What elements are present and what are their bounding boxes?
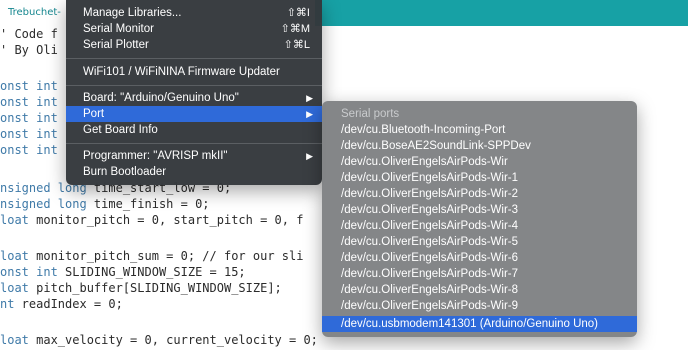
- code-line-6: onst int: [0, 127, 58, 141]
- menu-item-manage-libraries[interactable]: Manage Libraries... ⇧⌘I: [66, 5, 322, 21]
- port-item[interactable]: /dev/cu.OliverEngelsAirPods-Wir-4: [322, 218, 637, 234]
- port-item[interactable]: /dev/cu.BoseAE2SoundLink-SPPDev: [322, 138, 637, 154]
- port-item[interactable]: /dev/cu.OliverEngelsAirPods-Wir-5: [322, 234, 637, 250]
- port-item[interactable]: /dev/cu.OliverEngelsAirPods-Wir-9: [322, 298, 637, 314]
- menu-item-serial-plotter[interactable]: Serial Plotter ⇧⌘L: [66, 37, 322, 53]
- shortcut-manage-libraries: ⇧⌘I: [286, 7, 310, 19]
- code-line-1: ' By Oli: [0, 43, 58, 57]
- code-line-11: loat monitor_pitch = 0, start_pitch = 0,…: [0, 213, 304, 227]
- shortcut-serial-plotter: ⇧⌘L: [283, 39, 310, 51]
- editor-header-strip: [315, 0, 688, 26]
- code-line-3: onst int: [0, 79, 58, 93]
- code-line-16: nt readIndex = 0;: [0, 297, 123, 311]
- port-item[interactable]: /dev/cu.OliverEngelsAirPods-Wir-8: [322, 282, 637, 298]
- menu-item-get-board-info[interactable]: Get Board Info: [66, 122, 322, 138]
- port-item-selected[interactable]: /dev/cu.usbmodem141301 (Arduino/Genuino …: [322, 316, 637, 332]
- menu-item-firmware-updater[interactable]: WiFi101 / WiFiNINA Firmware Updater: [66, 64, 322, 80]
- code-line-14: onst int SLIDING_WINDOW_SIZE = 15;: [0, 265, 246, 279]
- code-line-15: loat pitch_buffer[SLIDING_WINDOW_SIZE];: [0, 281, 282, 295]
- port-item[interactable]: /dev/cu.OliverEngelsAirPods-Wir-2: [322, 186, 637, 202]
- shortcut-serial-monitor: ⇧⌘M: [280, 23, 310, 35]
- menu-item-programmer[interactable]: Programmer: "AVRISP mkII" ▶: [66, 148, 322, 164]
- code-line-13: loat monitor_pitch_sum = 0; // for our s…: [0, 249, 304, 263]
- port-item[interactable]: /dev/cu.OliverEngelsAirPods-Wir-7: [322, 266, 637, 282]
- submenu-arrow-icon: ▶: [306, 151, 313, 161]
- submenu-arrow-icon: ▶: [306, 109, 313, 119]
- port-item[interactable]: /dev/cu.Bluetooth-Incoming-Port: [322, 122, 637, 138]
- submenu-arrow-icon: ▶: [306, 93, 313, 103]
- menu-separator: [66, 143, 322, 144]
- menu-item-serial-monitor[interactable]: Serial Monitor ⇧⌘M: [66, 21, 322, 37]
- port-submenu: Serial ports /dev/cu.Bluetooth-Incoming-…: [322, 101, 637, 337]
- port-item[interactable]: /dev/cu.OliverEngelsAirPods-Wir-3: [322, 202, 637, 218]
- port-item[interactable]: /dev/cu.OliverEngelsAirPods-Wir-1: [322, 170, 637, 186]
- code-line-18: loat max_velocity = 0, current_velocity …: [0, 333, 318, 347]
- code-line-5: onst int: [0, 111, 58, 125]
- code-line-10: nsigned long time_finish = 0;: [0, 197, 210, 211]
- code-line-0: ' Code f: [0, 27, 58, 41]
- menu-separator: [66, 58, 322, 59]
- submenu-header: Serial ports: [341, 108, 400, 120]
- port-item[interactable]: /dev/cu.OliverEngelsAirPods-Wir: [322, 154, 637, 170]
- port-item[interactable]: /dev/cu.OliverEngelsAirPods-Wir-6: [322, 250, 637, 266]
- code-line-4: onst int: [0, 95, 58, 109]
- menu-separator: [66, 85, 322, 86]
- menu-item-board[interactable]: Board: "Arduino/Genuino Uno" ▶: [66, 90, 322, 106]
- tools-menu: Manage Libraries... ⇧⌘I Serial Monitor ⇧…: [66, 0, 322, 185]
- code-line-7: onst int: [0, 143, 58, 157]
- menu-item-port[interactable]: Port ▶: [66, 106, 322, 122]
- menu-item-burn-bootloader[interactable]: Burn Bootloader: [66, 164, 322, 180]
